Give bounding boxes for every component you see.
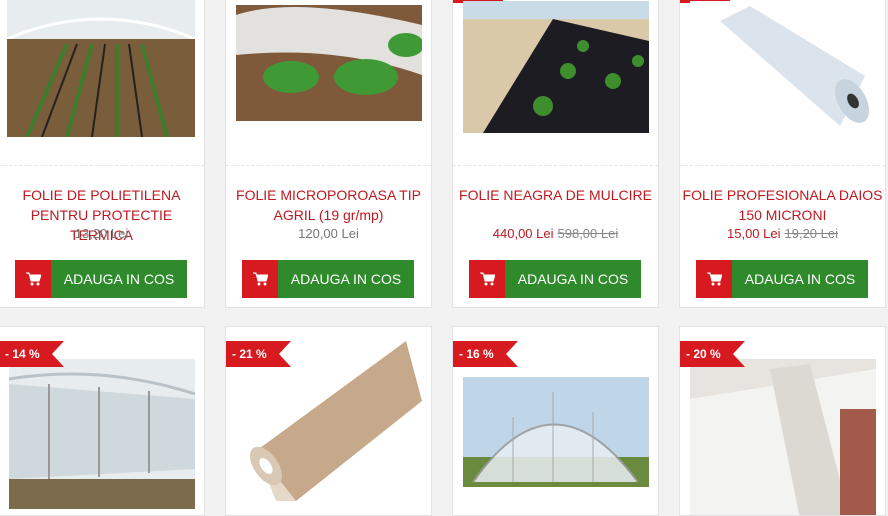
product-card: FOLIE MICROPOROASA TIP AGRIL (19 gr/mp) … (225, 0, 432, 308)
product-card: - 14 % (0, 326, 205, 516)
divider (680, 165, 885, 166)
product-card: FOLIE DE POLIETILENA PENTRU PROTECTIE TE… (0, 0, 205, 308)
product-price: 15,00 Lei 19,20 Lei (680, 226, 885, 241)
product-image[interactable] (463, 1, 649, 133)
price-value: 13,20 Lei (74, 226, 129, 241)
add-to-cart-button[interactable]: ADAUGA IN COS (469, 260, 641, 298)
product-card: FOLIE PROFESIONALA DAIOS 150 MICRONI 15,… (679, 0, 886, 308)
cart-icon (469, 260, 505, 298)
divider (453, 165, 658, 166)
add-to-cart-label: ADAUGA IN COS (505, 260, 641, 298)
product-card: - 20 % (679, 326, 886, 516)
product-image[interactable] (7, 0, 195, 137)
product-card: - 21 % (225, 326, 432, 516)
product-card: - 16 % (452, 326, 659, 516)
discount-badge: - 20 % (680, 341, 745, 367)
product-price: 120,00 Lei (226, 226, 431, 241)
add-to-cart-button[interactable]: ADAUGA IN COS (15, 260, 187, 298)
discount-badge: - 21 % (226, 341, 291, 367)
price-value: 120,00 Lei (298, 226, 359, 241)
discount-badge: - 14 % (0, 341, 64, 367)
cart-icon (696, 260, 732, 298)
divider (0, 165, 204, 166)
divider (226, 165, 431, 166)
product-title[interactable]: FOLIE MICROPOROASA TIP AGRIL (19 gr/mp) (226, 185, 431, 225)
cart-icon (15, 260, 51, 298)
add-to-cart-label: ADAUGA IN COS (51, 260, 187, 298)
add-to-cart-button[interactable]: ADAUGA IN COS (242, 260, 414, 298)
add-to-cart-button[interactable]: ADAUGA IN COS (696, 260, 868, 298)
add-to-cart-label: ADAUGA IN COS (278, 260, 414, 298)
product-price: 13,20 Lei (0, 226, 204, 241)
product-title[interactable]: FOLIE PROFESIONALA DAIOS 150 MICRONI (680, 185, 885, 225)
discount-badge: - 16 % (453, 341, 518, 367)
price-value: 15,00 Lei (727, 226, 781, 241)
product-image[interactable] (9, 359, 195, 509)
product-image[interactable] (690, 359, 876, 515)
cart-icon (242, 260, 278, 298)
product-image[interactable] (690, 1, 876, 133)
old-price: 19,20 Lei (784, 226, 839, 241)
old-price: 598,00 Lei (557, 226, 619, 241)
product-title[interactable]: FOLIE NEAGRA DE MULCIRE (453, 185, 658, 205)
product-image[interactable] (236, 5, 422, 121)
product-card: FOLIE NEAGRA DE MULCIRE 440,00 Lei 598,00… (452, 0, 659, 308)
add-to-cart-label: ADAUGA IN COS (732, 260, 868, 298)
price-value: 440,00 Lei (492, 226, 554, 241)
product-image[interactable] (463, 377, 649, 487)
product-price: 440,00 Lei 598,00 Lei (453, 226, 658, 241)
